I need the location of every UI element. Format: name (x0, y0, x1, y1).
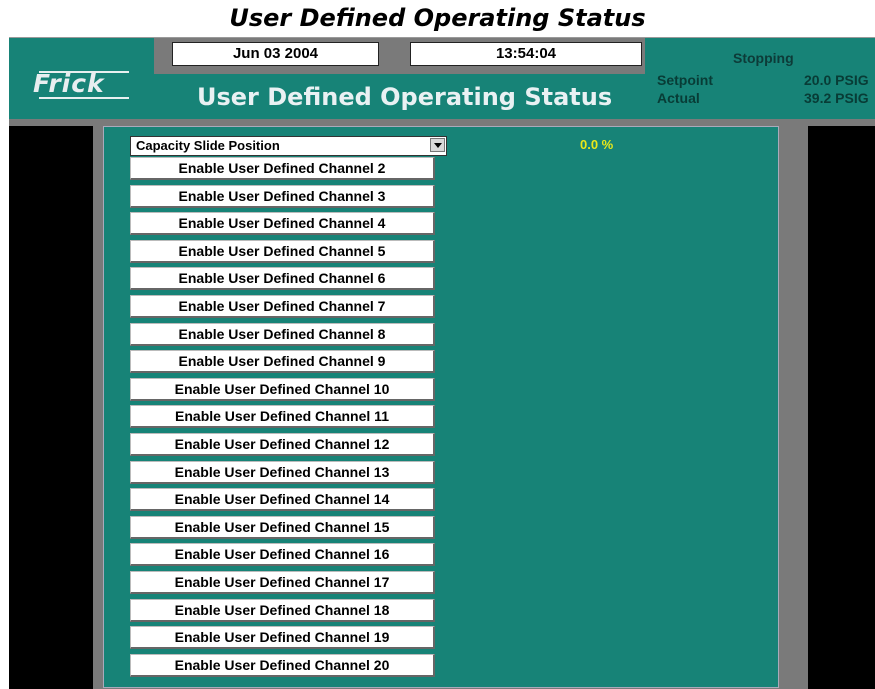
screen-title: User Defined Operating Status (197, 83, 613, 111)
setpoint-value: 20.0 PSIG (804, 72, 869, 88)
logo-bar (39, 97, 129, 99)
chevron-down-icon[interactable] (430, 138, 445, 152)
enable-channel-button[interactable]: Enable User Defined Channel 7 (130, 294, 435, 318)
enable-channel-button[interactable]: Enable User Defined Channel 4 (130, 212, 435, 236)
enable-channel-button[interactable]: Enable User Defined Channel 6 (130, 267, 435, 291)
time-display: 13:54:04 (410, 42, 642, 66)
channel-source-select[interactable]: Capacity Slide Position (130, 136, 447, 156)
value-readout: 0.0 % (580, 137, 614, 152)
enable-channel-button[interactable]: Enable User Defined Channel 5 (130, 239, 435, 263)
frick-logo: Frick (31, 59, 141, 103)
select-value: Capacity Slide Position (136, 138, 280, 153)
left-side-panel (9, 126, 93, 689)
channel-button-list: Enable User Defined Channel 2 Enable User… (130, 157, 435, 681)
enable-channel-button[interactable]: Enable User Defined Channel 11 (130, 405, 435, 429)
right-side-panel (808, 126, 875, 689)
enable-channel-button[interactable]: Enable User Defined Channel 19 (130, 626, 435, 650)
document-caption: User Defined Operating Status (229, 4, 646, 32)
enable-channel-button[interactable]: Enable User Defined Channel 8 (130, 322, 435, 346)
enable-channel-button[interactable]: Enable User Defined Channel 18 (130, 598, 435, 622)
enable-channel-button[interactable]: Enable User Defined Channel 10 (130, 377, 435, 401)
actual-label: Actual (657, 90, 700, 106)
enable-channel-button[interactable]: Enable User Defined Channel 15 (130, 515, 435, 539)
enable-channel-button[interactable]: Enable User Defined Channel 14 (130, 488, 435, 512)
main-panel: Capacity Slide Position 0.0 % Enable Use… (103, 126, 779, 688)
header-bar: Jun 03 2004 13:54:04 Frick User Defined … (9, 37, 875, 119)
logo-text: Frick (33, 69, 105, 98)
status-text: Stopping (733, 50, 794, 66)
hmi-screen: Jun 03 2004 13:54:04 Frick User Defined … (9, 37, 875, 689)
enable-channel-button[interactable]: Enable User Defined Channel 17 (130, 570, 435, 594)
enable-channel-button[interactable]: Enable User Defined Channel 13 (130, 460, 435, 484)
date-display: Jun 03 2004 (172, 42, 379, 66)
setpoint-label: Setpoint (657, 72, 713, 88)
actual-value: 39.2 PSIG (804, 90, 869, 106)
enable-channel-button[interactable]: Enable User Defined Channel 2 (130, 157, 435, 180)
enable-channel-button[interactable]: Enable User Defined Channel 12 (130, 432, 435, 456)
enable-channel-button[interactable]: Enable User Defined Channel 3 (130, 184, 435, 208)
enable-channel-button[interactable]: Enable User Defined Channel 9 (130, 350, 435, 374)
enable-channel-button[interactable]: Enable User Defined Channel 16 (130, 543, 435, 567)
enable-channel-button[interactable]: Enable User Defined Channel 20 (130, 653, 435, 677)
